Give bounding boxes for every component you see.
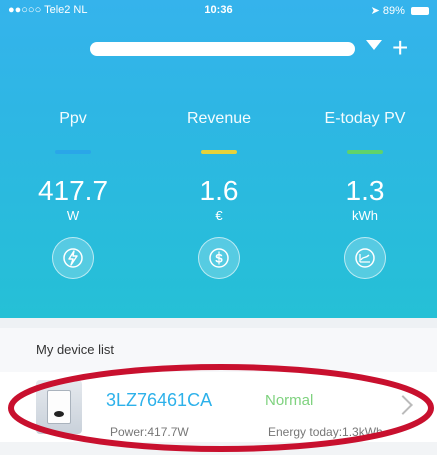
section-divider [0, 318, 437, 328]
metric-unit: kWh [352, 208, 378, 223]
station-selector[interactable] [90, 42, 355, 56]
lightning-icon[interactable] [52, 237, 94, 279]
device-serial: 3LZ76461CA [106, 390, 213, 410]
battery-icon [411, 7, 429, 15]
metric-label: Ppv [59, 110, 87, 127]
navigation-bar: + [0, 28, 437, 72]
device-list-item[interactable]: 3LZ76461CA Normal Power:417.7W Energy to… [0, 372, 437, 442]
metric-etoday: E-today PV 1.3 kWh [292, 110, 437, 279]
device-list-header: My device list [0, 328, 437, 372]
metric-ppv: Ppv 417.7 W [0, 110, 146, 279]
chevron-down-icon[interactable] [366, 40, 382, 50]
battery-percent: 89% [382, 5, 405, 17]
metric-accent-bar [347, 150, 383, 154]
list-footer [0, 442, 437, 455]
metric-label: Revenue [186, 110, 252, 127]
chevron-right-icon[interactable] [393, 395, 413, 415]
metric-label: E-today PV [324, 110, 406, 127]
metric-accent-bar [201, 150, 237, 154]
status-bar: ●●○○○ Tele2 NL 10:36 ➤ 89% [0, 0, 437, 22]
chart-icon[interactable] [344, 237, 386, 279]
hero-panel: ●●○○○ Tele2 NL 10:36 ➤ 89% + Ppv 417.7 W… [0, 0, 437, 318]
device-power: Power:417.7W [110, 425, 189, 439]
metric-unit: W [66, 208, 80, 223]
battery-status: ➤ 89% [371, 4, 429, 17]
add-button[interactable]: + [392, 30, 408, 66]
metric-value: 1.3 [345, 175, 385, 206]
metric-accent-bar [55, 150, 91, 154]
location-icon: ➤ [370, 5, 380, 17]
metric-revenue: Revenue 1.6 € S [146, 110, 292, 279]
metric-unit: € [215, 208, 223, 223]
metric-value: 1.6 [199, 175, 239, 206]
metric-value: 417.7 [37, 175, 109, 206]
inverter-icon [36, 380, 82, 434]
device-list-title: My device list [36, 342, 115, 357]
dollar-icon[interactable]: S [198, 237, 240, 279]
device-status: Normal [265, 392, 314, 409]
device-energy-today: Energy today:1.3kWh [268, 425, 383, 439]
